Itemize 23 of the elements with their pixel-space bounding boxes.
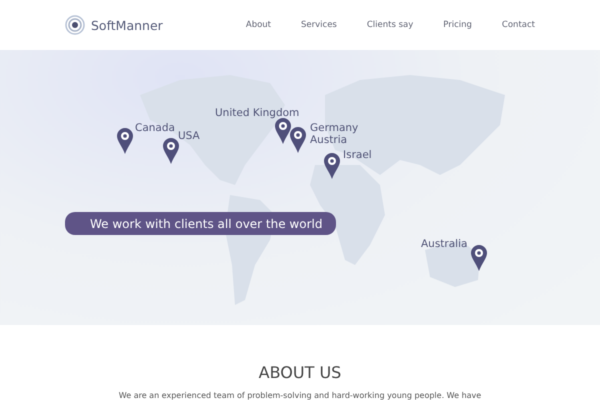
- logo-text: SoftManner: [91, 18, 163, 32]
- map-pin-icon: [324, 153, 340, 179]
- about-paragraph: We are an experienced team of problem-solving and hard-working young people. We have: [118, 391, 482, 400]
- location-label: Austria: [310, 134, 348, 146]
- map-pin-icon: [275, 118, 291, 144]
- logo-icon: [65, 15, 85, 35]
- section-heading: ABOUT US: [258, 363, 342, 383]
- location-label: Germany: [310, 122, 358, 134]
- map-pin-icon: [163, 138, 179, 164]
- nav-link[interactable]: About: [246, 20, 272, 30]
- nav-link[interactable]: Clients say: [366, 20, 414, 30]
- location-label: Canada: [135, 122, 175, 134]
- location-label: United Kingdom: [215, 107, 300, 119]
- map-pin-icon: [471, 245, 487, 271]
- map-pin-icon: [117, 128, 133, 154]
- location-label: Israel: [343, 149, 372, 161]
- nav-link[interactable]: Contact: [502, 20, 535, 30]
- banner: We work with clients all over the world: [65, 212, 336, 235]
- location-label: Australia: [421, 238, 468, 250]
- map-pin-icon: [290, 127, 306, 153]
- location-label: USA: [178, 130, 200, 142]
- nav-link[interactable]: Pricing: [443, 20, 472, 30]
- nav-link[interactable]: Services: [301, 20, 337, 30]
